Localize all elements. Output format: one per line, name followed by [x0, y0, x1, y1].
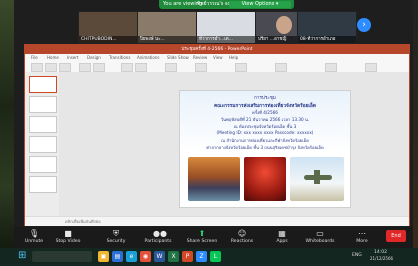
ribbon-button[interactable] — [325, 63, 337, 72]
slide-thumbnail[interactable] — [29, 96, 57, 113]
participant-name: ปิยพงษ์ นะ... — [138, 36, 196, 43]
slide-photo-airplane — [290, 157, 344, 201]
slide-thumbnail[interactable] — [29, 76, 57, 93]
slide-photo-emblem — [244, 157, 286, 201]
ribbon-tab[interactable]: Slide Show — [167, 55, 189, 60]
ribbon-button[interactable] — [365, 63, 377, 72]
slide-thumbnail-panel — [25, 72, 60, 216]
end-meeting-button[interactable]: End — [386, 230, 406, 242]
participant-name: 08-ที่ว่าการอำเภอ — [298, 36, 356, 43]
zoom-meeting-window: You are viewing ทิพย์วรรณ's screen View … — [14, 0, 413, 258]
ribbon: File Home Insert Design Transitions Anim… — [25, 54, 409, 73]
excel-icon[interactable]: X — [168, 251, 179, 262]
clock-date[interactable]: 21/12/2566 — [370, 256, 393, 261]
ribbon-button[interactable] — [93, 63, 105, 72]
background-photo-left — [0, 0, 14, 266]
ribbon-button[interactable] — [165, 63, 177, 72]
windows-start-icon[interactable]: ⊞ — [18, 250, 28, 262]
participant-thumbnail[interactable]: ที่ว่าการอำ...เต... — [196, 11, 256, 44]
slide-line: ณ สำนักงานการท่องเที่ยวและกีฬาจังหวัดร้อ… — [221, 138, 309, 143]
chevron-right-icon: › — [362, 20, 366, 30]
video-icon: ■ — [64, 229, 72, 238]
ribbon-button[interactable] — [79, 63, 91, 72]
ribbon-tab[interactable]: Insert — [67, 55, 78, 60]
reactions-button[interactable]: ☺ Reactions — [226, 229, 258, 244]
notes-pane[interactable]: คลิกเพื่อเพิ่มบันทึกย่อ — [59, 216, 409, 226]
ribbon-tab[interactable]: Help — [229, 55, 238, 60]
meeting-controls-toolbar: 🎙 Unmute ■ Stop Video ⛨ Security ●● Part… — [14, 227, 413, 248]
powerpoint-icon[interactable]: P — [182, 251, 193, 262]
participants-icon: ●● — [153, 229, 167, 238]
status-bar — [25, 216, 59, 226]
store-icon[interactable]: ▤ — [112, 251, 123, 262]
slide-line: ศาลากลางจังหวัดร้อยเอ็ด ชั้น 3 ถนนสุริยเ… — [206, 145, 324, 150]
slide-thumbnail[interactable] — [29, 156, 57, 173]
participants-button[interactable]: ●● Participants — [142, 229, 174, 244]
powerpoint-window: ประชุมครั้งที่ 4-2566 - PowerPoint File … — [24, 44, 410, 226]
unmute-button[interactable]: 🎙 Unmute — [18, 229, 50, 244]
share-screen-icon: ⬆ — [198, 229, 206, 238]
next-participants-button[interactable]: › — [357, 18, 371, 32]
ribbon-button[interactable] — [195, 63, 207, 72]
slide-line: ณ ห้องประชุมจังหวัดร้อยเอ็ด ชั้น 3 — [233, 124, 297, 129]
ribbon-tab[interactable]: Transitions — [109, 55, 130, 60]
ribbon-tab[interactable]: Design — [87, 55, 101, 60]
ribbon-button[interactable] — [121, 63, 133, 72]
participant-thumbnail[interactable]: ปิยพงษ์ นะ... — [137, 11, 197, 44]
view-options-button[interactable]: View Options ▾ — [229, 1, 291, 8]
participant-thumbnail[interactable]: CHITPUBODIN... — [78, 11, 138, 44]
slide-thumbnail[interactable] — [29, 136, 57, 153]
slide-line: วันพฤหัสบดีที่ 21 ธันวาคม 2566 เวลา 13.3… — [220, 117, 310, 122]
apps-icon: ▦ — [278, 229, 286, 238]
word-icon[interactable]: W — [154, 251, 165, 262]
ribbon-tab[interactable]: Review — [193, 55, 207, 60]
edge-icon[interactable]: e — [126, 251, 137, 262]
ribbon-button[interactable] — [275, 63, 287, 72]
language-indicator[interactable]: ENG — [352, 253, 362, 258]
slide-thumbnail[interactable] — [29, 176, 57, 193]
ribbon-tab[interactable]: Animations — [137, 55, 159, 60]
ribbon-button[interactable] — [31, 63, 43, 72]
notes-placeholder: คลิกเพื่อเพิ่มบันทึกย่อ — [65, 219, 101, 224]
clock-time[interactable]: 14:02 — [374, 250, 387, 255]
slide-thumbnail[interactable] — [29, 116, 57, 133]
more-button[interactable]: ⋯ More — [346, 229, 378, 244]
slide-editing-area: การประชุม คณะกรรมการส่งเสริมการท่องเที่ย… — [59, 72, 409, 216]
participant-name: ที่ว่าการอำ...เต... — [197, 36, 255, 43]
share-screen-button[interactable]: ⬆ Share Screen — [186, 229, 218, 244]
slide-photo-sunset — [188, 157, 240, 201]
microphone-icon: 🎙 — [29, 229, 40, 238]
taskbar-search-box[interactable] — [32, 251, 92, 262]
reactions-icon: ☺ — [237, 229, 247, 238]
more-icon: ⋯ — [358, 229, 366, 238]
whiteboard-icon: ▭ — [316, 229, 324, 238]
ribbon-button[interactable] — [135, 63, 147, 72]
current-slide[interactable]: การประชุม คณะกรรมการส่งเสริมการท่องเที่ย… — [179, 90, 351, 208]
ribbon-tab[interactable]: File — [31, 55, 38, 60]
ribbon-tab[interactable]: View — [213, 55, 223, 60]
stop-video-button[interactable]: ■ Stop Video — [52, 229, 84, 244]
security-button[interactable]: ⛨ Security — [100, 229, 132, 244]
zoom-icon[interactable]: Z — [196, 251, 207, 262]
ribbon-tab[interactable]: Home — [47, 55, 59, 60]
participant-thumbnail[interactable]: 08-ที่ว่าการอำเภอ — [297, 11, 357, 44]
file-explorer-icon[interactable]: ▣ — [98, 251, 109, 262]
ribbon-button[interactable] — [235, 63, 247, 72]
background-photo-right — [413, 0, 418, 266]
slide-line: การประชุม — [254, 96, 276, 101]
line-icon[interactable]: L — [210, 251, 221, 262]
ribbon-button[interactable] — [45, 63, 57, 72]
participant-name: CHITPUBODIN... — [79, 36, 137, 43]
ribbon-button[interactable] — [59, 63, 71, 72]
whiteboards-button[interactable]: ▭ Whiteboards — [304, 229, 336, 244]
apps-button[interactable]: ▦ Apps — [266, 229, 298, 244]
participant-face — [276, 16, 292, 34]
slide-line: ครั้งที่ 4/2566 — [252, 110, 278, 115]
slide-line: (Meeting ID: xxx xxxx xxxx Passcode: xxx… — [216, 130, 314, 135]
shield-icon: ⛨ — [113, 229, 119, 238]
powerpoint-title-bar: ประชุมครั้งที่ 4-2566 - PowerPoint — [25, 45, 409, 54]
slide-text-box: การประชุม คณะกรรมการส่งเสริมการท่องเที่ย… — [180, 91, 350, 153]
chrome-icon[interactable]: ◉ — [140, 251, 151, 262]
